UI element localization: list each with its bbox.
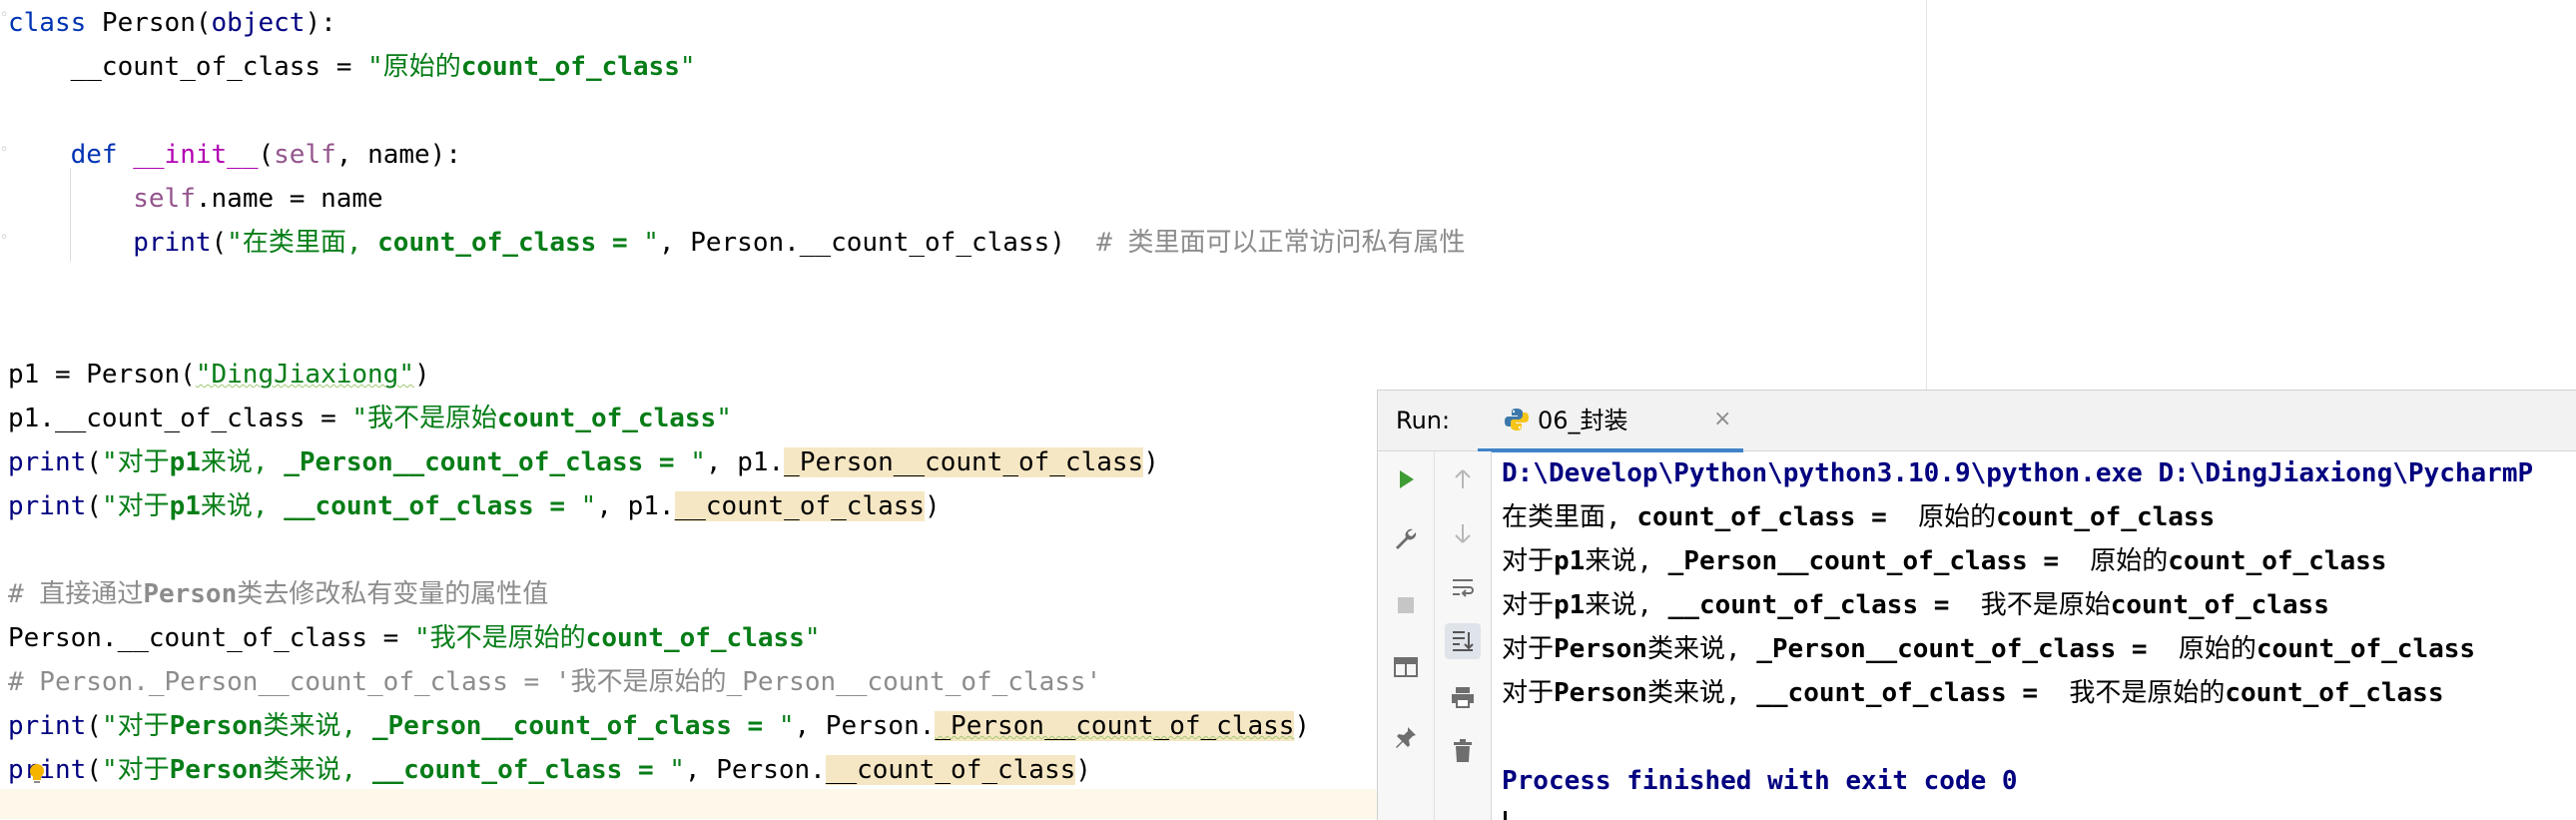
current-line-highlight [0,789,1378,819]
run-toolbar-primary [1378,451,1435,820]
code-line-6[interactable]: print("在类里面, count_of_class = ", Person.… [8,228,1465,258]
console-output-line: 对于p1来说, _Person__count_of_class = 原始的cou… [1502,546,2387,576]
python-icon [1505,409,1529,430]
process-finished-message: Process finished with exit code 0 [1502,766,2018,796]
console-output-line: 在类里面, count_of_class = 原始的count_of_class [1502,502,2216,532]
console-output[interactable]: D:\Develop\Python\python3.10.9\python.ex… [1492,451,2576,820]
code-line-10[interactable]: p1.__count_of_class = "我不是原始count_of_cla… [8,404,732,433]
code-line-18[interactable]: print("对于Person类来说, __count_of_class = "… [8,755,1091,785]
play-icon[interactable] [1388,461,1424,497]
wrench-icon[interactable] [1388,521,1424,557]
code-line-5[interactable]: self.name = name [8,184,382,214]
code-line-15[interactable]: Person.__count_of_class = "我不是原始的count_o… [8,623,820,653]
fold-marker-icon[interactable]: ◦ [0,231,8,245]
soft-wrap-icon[interactable] [1445,569,1481,605]
stop-icon[interactable] [1388,587,1424,623]
code-line-11[interactable]: print("对于p1来说, _Person__count_of_class =… [8,447,1159,477]
run-tab[interactable]: 06_封装 × [1478,391,1743,452]
pin-icon[interactable] [1388,719,1424,755]
code-line-4[interactable]: def __init__(self, name): [8,140,461,170]
run-tab-label: 06_封装 [1538,407,1628,434]
run-label: Run: [1396,407,1451,434]
trash-icon[interactable] [1445,733,1481,769]
code-line-16[interactable]: # Person._Person__count_of_class = '我不是原… [8,667,1101,697]
close-icon[interactable]: × [1713,406,1731,433]
console-command-line: D:\Develop\Python\python3.10.9\python.ex… [1502,458,2534,488]
code-line-2[interactable]: __count_of_class = "原始的count_of_class" [8,52,696,82]
run-toolbar-secondary [1435,451,1492,820]
print-icon[interactable] [1445,679,1481,715]
console-output-line: 对于Person类来说, _Person__count_of_class = 原… [1502,634,2476,664]
lightbulb-icon[interactable] [28,763,46,785]
arrow-down-icon[interactable] [1445,515,1481,551]
console-output-line: 对于Person类来说, __count_of_class = 我不是原始的co… [1502,678,2444,708]
code-line-12[interactable]: print("对于p1来说, __count_of_class = ", p1.… [8,491,941,521]
scroll-to-end-icon[interactable] [1445,623,1481,659]
console-output-line: 对于p1来说, __count_of_class = 我不是原始count_of… [1502,590,2329,620]
fold-marker-icon[interactable]: ◦ [0,143,8,157]
code-line-17[interactable]: print("对于Person类来说, _Person__count_of_cl… [8,711,1310,741]
code-line-14[interactable]: # 直接通过Person类去修改私有变量的属性值 [8,579,548,609]
run-tool-window[interactable]: Run: 06_封装 × D:\Develop\Python\python3.1… [1377,390,2576,820]
code-line-1[interactable]: class Person(object): [8,8,336,38]
layout-icon[interactable] [1388,649,1424,685]
arrow-up-icon[interactable] [1445,461,1481,497]
fold-marker-icon[interactable]: ◦ [0,8,8,22]
run-header: Run: 06_封装 × [1378,391,2576,452]
code-line-9[interactable]: p1 = Person("DingJiaxiong") [8,360,430,390]
